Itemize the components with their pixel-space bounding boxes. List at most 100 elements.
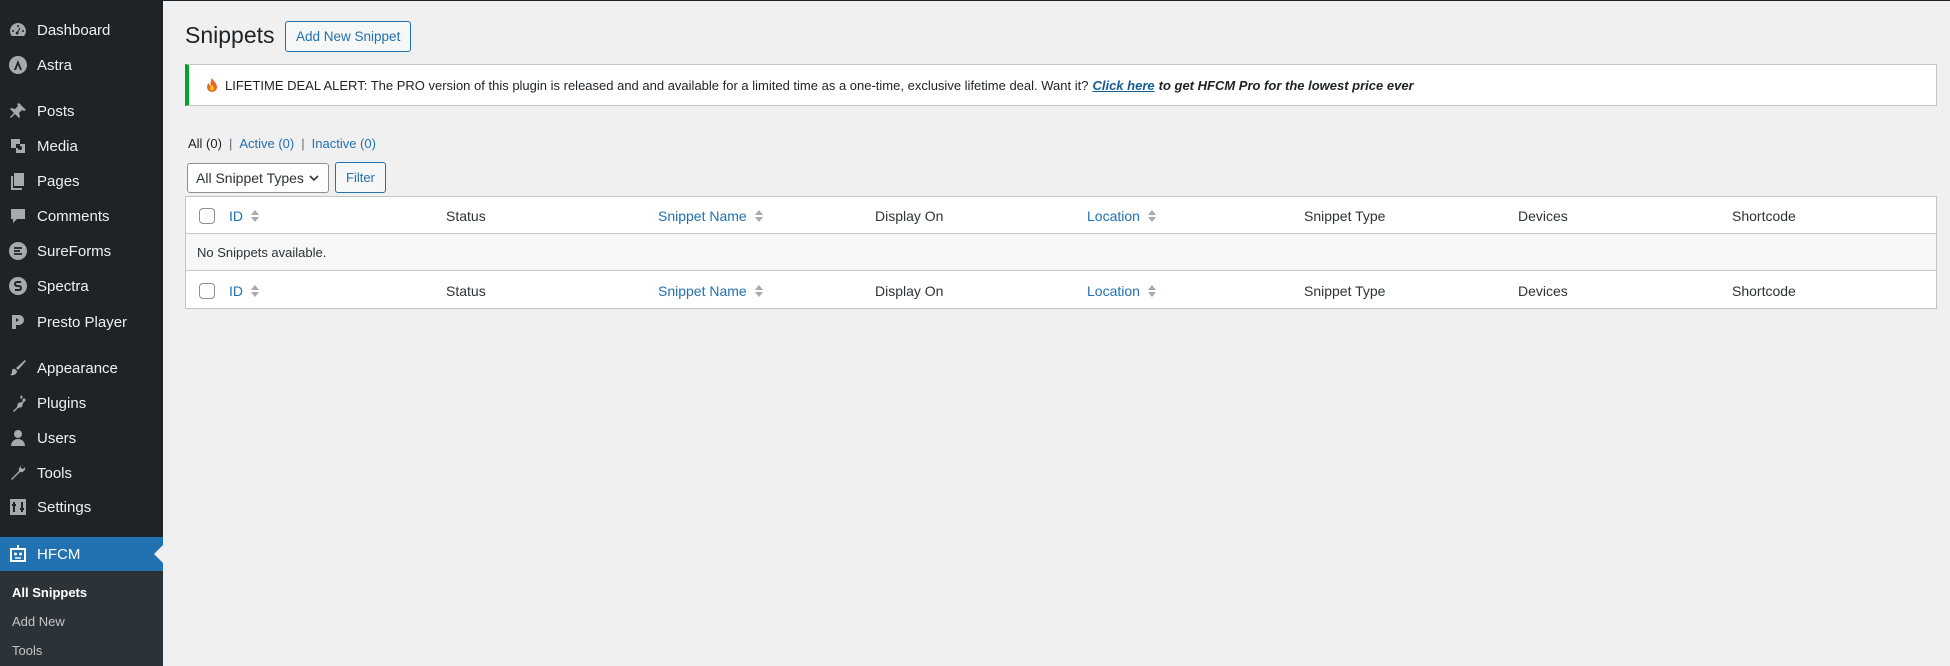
plugin-icon <box>8 393 28 413</box>
chevron-down-icon <box>309 175 319 182</box>
sidebar-item-label: Tools <box>37 464 73 482</box>
snippet-type-select[interactable]: All Snippet Types <box>187 163 329 193</box>
submenu-item-all-snippets[interactable]: All Snippets <box>12 585 87 600</box>
page-title: Snippets <box>185 22 275 48</box>
column-label: Location <box>1087 282 1140 299</box>
sort-icon <box>754 209 764 223</box>
robot-icon <box>8 544 28 564</box>
column-footer-display-on: Display On <box>875 282 944 299</box>
sidebar-item-dashboard[interactable]: Dashboard <box>0 13 163 47</box>
column-footer-status: Status <box>446 282 486 299</box>
submenu-item-tools[interactable]: Tools <box>12 643 42 658</box>
column-footer-id[interactable]: ID <box>229 272 260 309</box>
sidebar-item-hfcm[interactable]: HFCM <box>0 537 163 571</box>
sidebar-item-label: Appearance <box>37 359 118 377</box>
user-icon <box>8 428 28 448</box>
sureforms-icon <box>8 241 28 261</box>
column-label: Snippet Name <box>658 207 747 224</box>
column-header-snippet-name[interactable]: Snippet Name <box>658 197 764 234</box>
sort-icon <box>1147 284 1157 298</box>
sidebar-item-label: SureForms <box>37 242 112 260</box>
sidebar-item-pages[interactable]: Pages <box>0 164 163 198</box>
sort-icon <box>754 284 764 298</box>
sidebar-item-label: Plugins <box>37 394 87 412</box>
column-header-snippet-type: Snippet Type <box>1304 207 1386 224</box>
notice-tail-text: to get HFCM Pro for the lowest price eve… <box>1158 77 1414 93</box>
column-header-display-on: Display On <box>875 207 944 224</box>
pages-icon <box>8 171 28 191</box>
spectra-icon <box>8 276 28 296</box>
submenu-item-add-new[interactable]: Add New <box>12 614 65 629</box>
presto-player-icon <box>8 312 28 332</box>
sidebar-item-presto-player[interactable]: Presto Player <box>0 305 163 339</box>
sidebar-item-astra[interactable]: Astra <box>0 48 163 82</box>
sidebar-item-label: Astra <box>37 56 73 74</box>
column-header-shortcode: Shortcode <box>1732 207 1796 224</box>
sidebar-item-plugins[interactable]: Plugins <box>0 386 163 420</box>
sidebar-item-label: Settings <box>37 498 92 516</box>
settings-icon <box>8 497 28 517</box>
sort-icon <box>1147 209 1157 223</box>
astra-icon <box>8 55 28 75</box>
sidebar-item-label: Media <box>37 137 78 155</box>
column-header-devices: Devices <box>1518 207 1568 224</box>
view-active[interactable]: Active (0) <box>239 136 294 151</box>
media-icon <box>8 136 28 156</box>
column-label: ID <box>229 282 243 299</box>
column-footer-snippet-name[interactable]: Snippet Name <box>658 272 764 309</box>
sidebar-item-comments[interactable]: Comments <box>0 199 163 233</box>
sidebar-item-posts[interactable]: Posts <box>0 94 163 128</box>
column-footer-shortcode: Shortcode <box>1732 282 1796 299</box>
column-header-status: Status <box>446 207 486 224</box>
empty-message: No Snippets available. <box>197 245 327 260</box>
sidebar-item-label: Dashboard <box>37 21 111 39</box>
column-label: Location <box>1087 207 1140 224</box>
table-footer-row: ID Status Snippet Name Display On Locati… <box>186 272 1936 309</box>
active-menu-arrow <box>154 545 163 563</box>
sidebar-item-label: Presto Player <box>37 313 128 331</box>
notice-click-here-link[interactable]: Click here <box>1092 78 1154 93</box>
sidebar-item-settings[interactable]: Settings <box>0 490 163 524</box>
sidebar-item-label: Comments <box>37 207 110 225</box>
dashboard-icon <box>8 20 28 40</box>
view-inactive[interactable]: Inactive (0) <box>312 136 376 151</box>
comment-icon <box>8 206 28 226</box>
view-all[interactable]: All (0) <box>188 136 222 151</box>
sidebar-item-appearance[interactable]: Appearance <box>0 351 163 385</box>
wrench-icon <box>8 463 28 483</box>
column-header-location[interactable]: Location <box>1087 197 1157 234</box>
sidebar-item-label: Spectra <box>37 277 89 295</box>
fire-icon <box>206 78 218 92</box>
admin-sidebar: Dashboard Astra Posts Media Pages Commen… <box>0 0 163 666</box>
pin-icon <box>8 101 28 121</box>
column-label: ID <box>229 207 243 224</box>
filter-button[interactable]: Filter <box>335 162 386 193</box>
sidebar-item-label: Pages <box>37 172 80 190</box>
sidebar-item-users[interactable]: Users <box>0 421 163 455</box>
sort-icon <box>250 209 260 223</box>
lifetime-deal-notice: LIFETIME DEAL ALERT: The PRO version of … <box>185 64 1937 106</box>
snippets-table: ID Status Snippet Name Display On Locati… <box>185 196 1937 309</box>
sidebar-item-media[interactable]: Media <box>0 129 163 163</box>
paintbrush-icon <box>8 358 28 378</box>
view-separator: | <box>301 136 305 151</box>
notice-text: LIFETIME DEAL ALERT: The PRO version of … <box>225 77 1089 93</box>
add-new-snippet-button[interactable]: Add New Snippet <box>285 21 412 52</box>
sidebar-item-label: Posts <box>37 102 75 120</box>
hfcm-submenu: All Snippets Add New Tools <box>0 571 163 666</box>
column-footer-location[interactable]: Location <box>1087 272 1157 309</box>
select-all-checkbox-footer[interactable] <box>199 283 215 299</box>
sidebar-item-spectra[interactable]: Spectra <box>0 269 163 303</box>
sort-icon <box>250 284 260 298</box>
view-separator: | <box>228 136 233 151</box>
sidebar-item-label: HFCM <box>37 545 81 563</box>
sidebar-item-sureforms[interactable]: SureForms <box>0 234 163 268</box>
column-header-id[interactable]: ID <box>229 197 260 234</box>
snippet-type-select-value: All Snippet Types <box>196 170 304 186</box>
column-footer-devices: Devices <box>1518 282 1568 299</box>
select-all-checkbox[interactable] <box>199 208 215 224</box>
column-label: Snippet Name <box>658 282 747 299</box>
column-footer-snippet-type: Snippet Type <box>1304 282 1386 299</box>
status-views: All (0) | Active (0) | Inactive (0) <box>188 136 376 151</box>
sidebar-item-tools[interactable]: Tools <box>0 456 163 490</box>
